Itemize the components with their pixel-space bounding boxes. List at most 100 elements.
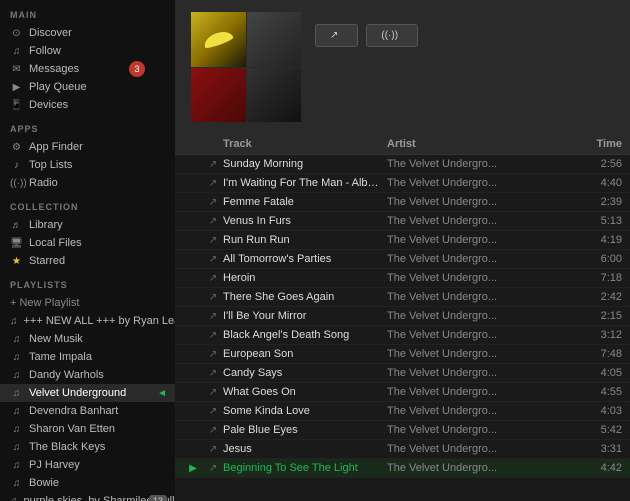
table-row[interactable]: ↗I'm Waiting For The Man - Album Version… — [175, 174, 630, 193]
table-row[interactable]: ↗Venus In FursThe Velvet Undergro...5:13 — [175, 212, 630, 231]
sidebar-item-local-files[interactable]: 🖥 Local Files — [0, 234, 175, 252]
track-artist: The Velvet Undergro... — [387, 158, 567, 170]
track-name: Beginning To See The Light — [223, 462, 387, 474]
track-share-icon: ↗ — [203, 330, 223, 341]
sidebar-section-main: MAIN — [0, 0, 175, 24]
sidebar-item-discover[interactable]: ⊙Discover — [0, 24, 175, 42]
bowie-icon: ♫ — [10, 478, 23, 489]
sidebar-item-new-all[interactable]: ♫+++ NEW ALL +++ by Ryan Leary — [0, 312, 175, 330]
sidebar-item-messages[interactable]: ✉Messages3 — [0, 60, 175, 78]
sidebar-item-devendra-banhart[interactable]: ♫Devendra Banhart — [0, 402, 175, 420]
sidebar-item-dandy-warhols[interactable]: ♫Dandy Warhols — [0, 366, 175, 384]
track-time: 4:42 — [567, 462, 622, 474]
table-row[interactable]: ↗Black Angel's Death SongThe Velvet Unde… — [175, 326, 630, 345]
devendra-banhart-icon: ♫ — [10, 406, 23, 417]
track-artist: The Velvet Undergro... — [387, 443, 567, 455]
track-artist: The Velvet Undergro... — [387, 196, 567, 208]
table-row[interactable]: ↗Run Run RunThe Velvet Undergro...4:19 — [175, 231, 630, 250]
sidebar-label-local-files: Local Files — [29, 237, 82, 249]
table-row[interactable]: ↗All Tomorrow's PartiesThe Velvet Underg… — [175, 250, 630, 269]
sidebar-item-pj-harvey[interactable]: ♫ PJ Harvey — [0, 456, 175, 474]
sidebar-label-play-queue: Play Queue — [29, 81, 86, 93]
track-play-cell: ▶ — [183, 463, 203, 474]
sidebar-item-sharon-van-etten[interactable]: ♫Sharon Van Etten — [0, 420, 175, 438]
sidebar-item-the-black-keys[interactable]: ♫The Black Keys — [0, 438, 175, 456]
sidebar-item-devices[interactable]: 📱Devices — [0, 96, 175, 114]
track-share-icon: ↗ — [203, 216, 223, 227]
track-time: 2:39 — [567, 196, 622, 208]
sidebar-label-the-black-keys: The Black Keys — [29, 441, 105, 453]
track-share-icon: ↗ — [203, 273, 223, 284]
pj-harvey-icon: ♫ — [10, 460, 23, 471]
table-row[interactable]: ↗HeroinThe Velvet Undergro...7:18 — [175, 269, 630, 288]
share-button[interactable]: ↗ — [315, 24, 358, 47]
sidebar-item-top-lists[interactable]: ♪ Top Lists — [0, 156, 175, 174]
top-lists-icon: ♪ — [10, 160, 23, 171]
sidebar-item-tame-impala[interactable]: ♫Tame Impala — [0, 348, 175, 366]
start-radio-button[interactable]: ((·)) — [366, 24, 418, 47]
track-name: European Son — [223, 348, 387, 360]
track-share-icon: ↗ — [203, 463, 223, 474]
track-time: 4:03 — [567, 405, 622, 417]
table-row[interactable]: ▶↗Beginning To See The LightThe Velvet U… — [175, 459, 630, 478]
track-list: ↗Sunday MorningThe Velvet Undergro...2:5… — [175, 155, 630, 478]
new-musik-icon: ♫ — [10, 334, 23, 345]
sidebar-label-starred: Starred — [29, 255, 65, 267]
track-share-icon: ↗ — [203, 235, 223, 246]
table-row[interactable]: ↗I'll Be Your MirrorThe Velvet Undergro.… — [175, 307, 630, 326]
table-row[interactable]: ↗Femme FataleThe Velvet Undergro...2:39 — [175, 193, 630, 212]
playing-indicator-velvet-underground: ◄ — [157, 388, 167, 399]
table-row[interactable]: ↗JesusThe Velvet Undergro...3:31 — [175, 440, 630, 459]
track-artist: The Velvet Undergro... — [387, 291, 567, 303]
sidebar-label-messages: Messages — [29, 63, 79, 75]
track-artist: The Velvet Undergro... — [387, 405, 567, 417]
sidebar-section-collection: COLLECTION — [0, 192, 175, 216]
table-row[interactable]: ↗Candy SaysThe Velvet Undergro...4:05 — [175, 364, 630, 383]
track-share-icon: ↗ — [203, 387, 223, 398]
radio-icon: ((·)) — [381, 30, 398, 41]
table-row[interactable]: ↗Pale Blue EyesThe Velvet Undergro...5:4… — [175, 421, 630, 440]
track-artist: The Velvet Undergro... — [387, 367, 567, 379]
sidebar-label-sharon-van-etten: Sharon Van Etten — [29, 423, 115, 435]
sidebar-item-velvet-underground[interactable]: ♫Velvet Underground◄ — [0, 384, 175, 402]
sidebar-item-library[interactable]: ♬Library — [0, 216, 175, 234]
table-row[interactable]: ↗Sunday MorningThe Velvet Undergro...2:5… — [175, 155, 630, 174]
col-artist: Artist — [387, 138, 567, 150]
track-artist: The Velvet Undergro... — [387, 329, 567, 341]
track-share-icon: ↗ — [203, 254, 223, 265]
share-icon: ↗ — [330, 30, 338, 41]
track-artist: The Velvet Undergro... — [387, 386, 567, 398]
sidebar-item-new-musik[interactable]: ♫New Musik — [0, 330, 175, 348]
discover-icon: ⊙ — [10, 28, 23, 39]
table-row[interactable]: ↗Some Kinda LoveThe Velvet Undergro...4:… — [175, 402, 630, 421]
sidebar-item-play-queue[interactable]: ▶ Play Queue — [0, 78, 175, 96]
sidebar-section-playlists: PLAYLISTS — [0, 270, 175, 294]
app-finder-icon: ⚙ — [10, 142, 23, 153]
sidebar-item-starred[interactable]: ★Starred — [0, 252, 175, 270]
sidebar-label-top-lists: Top Lists — [29, 159, 72, 171]
local-files-icon: 🖥 — [10, 238, 23, 249]
track-name: I'll Be Your Mirror — [223, 310, 387, 322]
table-row[interactable]: ↗There She Goes AgainThe Velvet Undergro… — [175, 288, 630, 307]
table-row[interactable]: ↗European SonThe Velvet Undergro...7:48 — [175, 345, 630, 364]
col-num — [183, 138, 203, 150]
sidebar-item-radio[interactable]: ((·))Radio — [0, 174, 175, 192]
track-share-icon: ↗ — [203, 349, 223, 360]
sidebar: MAIN⊙Discover♫Follow✉Messages3▶Play Queu… — [0, 0, 175, 501]
sidebar-item-app-finder[interactable]: ⚙ App Finder — [0, 138, 175, 156]
sidebar-item-follow[interactable]: ♫Follow — [0, 42, 175, 60]
sidebar-item-bowie[interactable]: ♫Bowie — [0, 474, 175, 492]
sidebar-item-purple-skies[interactable]: ♫purple skies. by Sharmilee Null13 — [0, 492, 175, 501]
album-thumb-2 — [247, 12, 302, 67]
header-buttons: ↗ ((·)) — [315, 24, 614, 47]
track-artist: The Velvet Undergro... — [387, 424, 567, 436]
track-time: 2:56 — [567, 158, 622, 170]
sidebar-label-follow: Follow — [29, 45, 61, 57]
sidebar-item-new-playlist[interactable]: + New Playlist — [0, 294, 175, 312]
sidebar-label-app-finder: App Finder — [29, 141, 83, 153]
sidebar-label-pj-harvey: PJ Harvey — [29, 459, 80, 471]
play-queue-icon: ▶ — [10, 82, 23, 93]
track-name: Jesus — [223, 443, 387, 455]
table-row[interactable]: ↗What Goes OnThe Velvet Undergro...4:55 — [175, 383, 630, 402]
track-time: 4:05 — [567, 367, 622, 379]
